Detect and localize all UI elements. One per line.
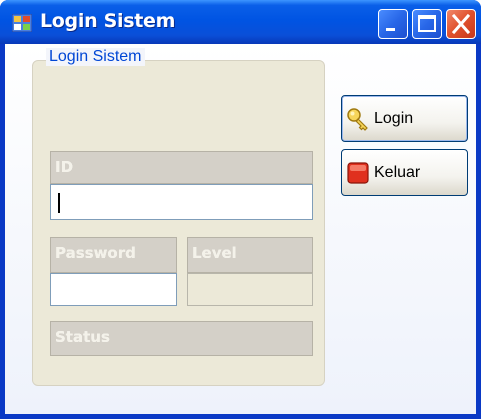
exit-button-label: Keluar [374,163,421,181]
title-bar[interactable]: Login Sistem [0,0,481,44]
maximize-button[interactable] [412,9,442,39]
id-input[interactable] [50,184,313,220]
id-label: ID [50,151,313,184]
level-input [187,273,313,306]
key-icon [347,107,368,131]
window-title: Login Sistem [40,10,176,32]
status-label: Status [50,321,313,356]
close-button[interactable] [446,9,476,39]
minimize-button[interactable] [378,9,408,39]
maximize-icon [418,15,436,32]
close-icon [451,13,471,35]
level-label: Level [187,237,313,273]
app-window-icon [12,14,32,32]
password-label: Password [50,237,177,273]
stop-icon [347,161,369,184]
group-title: Login Sistem [46,48,145,66]
minimize-icon [386,28,395,31]
login-button[interactable]: Login [341,95,468,142]
login-button-label: Login [374,109,414,127]
exit-button[interactable]: Keluar [341,149,468,196]
password-input[interactable] [50,273,177,306]
text-caret [58,193,60,213]
